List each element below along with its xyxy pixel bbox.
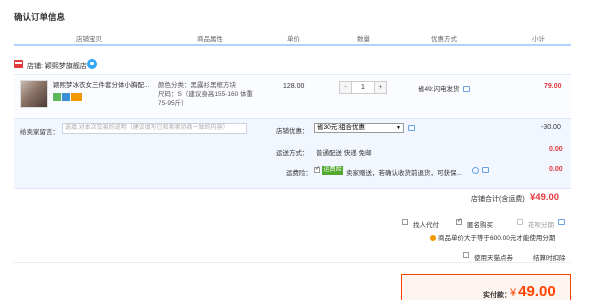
delivery-label: 运送方式： xyxy=(276,150,309,157)
insurance-amount: 0.00 xyxy=(549,166,563,173)
page-title: 确认订单信息 xyxy=(14,12,66,22)
column-header-price: 单价 xyxy=(287,36,300,43)
item-discount-text: 省49:闪电发货 xyxy=(418,86,460,93)
insurance-checkbox[interactable] xyxy=(314,165,320,173)
column-header-attributes: 商品属性 xyxy=(197,36,223,43)
column-header-discount: 优惠方式 xyxy=(431,36,457,43)
installment-notice: 商品单价大于等于600.00元才能使用分期 xyxy=(430,232,555,242)
product-name[interactable]: 颖熙梦冰衣女三件套分体小胸配... xyxy=(53,81,151,90)
anonymous-label[interactable]: 匿名购买 xyxy=(467,219,493,229)
column-header-subtotal: 小计 xyxy=(532,36,545,43)
payment-currency: ¥ xyxy=(510,287,517,299)
shop-discount-label: 店铺优惠： xyxy=(276,128,309,135)
delivery-method: 普通配送 快递 免邮 xyxy=(316,150,372,157)
table-header: 店铺宝贝 商品属性 单价 数量 优惠方式 小计 xyxy=(14,29,571,46)
proxy-pay-checkbox[interactable] xyxy=(402,219,408,225)
insurance-description: 卖家赠送，若确认收货前退货，可获保... xyxy=(346,170,462,177)
unit-price: 128.00 xyxy=(283,83,305,90)
shop-name[interactable]: 店铺: 颖熙梦旗舰店 xyxy=(27,61,87,71)
comment-icon[interactable] xyxy=(462,86,470,93)
insurance-tag: 运费险 xyxy=(322,166,343,175)
tmall-points-label: 结算时扣除 xyxy=(533,255,566,262)
shop-link[interactable]: 颖熙梦旗舰店 xyxy=(45,63,87,70)
shop-discount-select[interactable]: 省30元:组合优惠 xyxy=(314,123,404,133)
product-thumbnail[interactable] xyxy=(20,80,48,108)
product-attributes: 颜色分类：黑露衫黑框方块 尺码：S（建议身高155-160 体重 75-95斤） xyxy=(158,81,268,108)
seven-day-return-icon xyxy=(53,93,61,101)
quantity-input[interactable]: 1 xyxy=(351,82,375,93)
installment-notice-text: 商品单价大于等于600.00元才能使用分期 xyxy=(438,235,556,242)
item-discount-info: 省49:闪电发货 xyxy=(418,83,470,93)
shop-discount-amount: -30.00 xyxy=(541,124,561,131)
attribute-size-note: 75-95斤） xyxy=(158,100,188,107)
payment-value: 49.00 xyxy=(518,283,556,300)
guarantee-icon xyxy=(62,93,70,101)
delivery-amount: 0.00 xyxy=(549,146,563,153)
message-label: 给卖家留言： xyxy=(20,129,59,136)
huabei-checkbox[interactable] xyxy=(517,219,523,225)
quantity-stepper: - 1 + xyxy=(339,81,387,94)
credit-card-icon xyxy=(71,93,82,101)
anonymous-checkbox[interactable] xyxy=(456,217,462,225)
item-subtotal: 79.00 xyxy=(544,83,562,90)
tmall-coupon-checkbox[interactable] xyxy=(463,252,469,258)
quantity-increase-button[interactable]: + xyxy=(375,82,386,93)
shop-total-amount: ¥49.00 xyxy=(530,192,560,203)
attribute-size: 尺码：S（建议身高155-160 体重 xyxy=(158,91,253,98)
divider xyxy=(14,262,571,263)
help-icon[interactable] xyxy=(472,167,479,174)
comment-icon[interactable] xyxy=(408,125,415,131)
warning-icon xyxy=(430,235,436,242)
tmall-coupon-label[interactable]: 使用天猫点券 xyxy=(474,252,513,262)
huabei-label[interactable]: 花呗分期 xyxy=(528,219,554,229)
insurance-label: 运费险： xyxy=(286,170,312,177)
payment-label: 实付款： xyxy=(483,292,511,299)
shop-prefix: 店铺: xyxy=(27,63,43,70)
shop-total-label: 店铺合计(含运费) xyxy=(471,196,525,203)
shop-icon xyxy=(14,60,23,68)
wangwang-chat-icon[interactable] xyxy=(87,59,97,69)
product-badges xyxy=(53,93,93,102)
seller-message-input[interactable]: 选填:对本次交易的说明（建议填写已和卖家协商一致的内容） xyxy=(62,123,247,134)
payment-amount: ¥49.00 xyxy=(510,283,556,300)
proxy-pay-label[interactable]: 找人代付 xyxy=(413,219,439,229)
comment-icon[interactable] xyxy=(482,167,489,173)
comment-icon[interactable] xyxy=(558,219,565,225)
attribute-color: 颜色分类：黑露衫黑框方块 xyxy=(158,82,236,89)
quantity-decrease-button[interactable]: - xyxy=(340,82,351,93)
column-header-item: 店铺宝贝 xyxy=(76,36,102,43)
column-header-quantity: 数量 xyxy=(357,36,370,43)
